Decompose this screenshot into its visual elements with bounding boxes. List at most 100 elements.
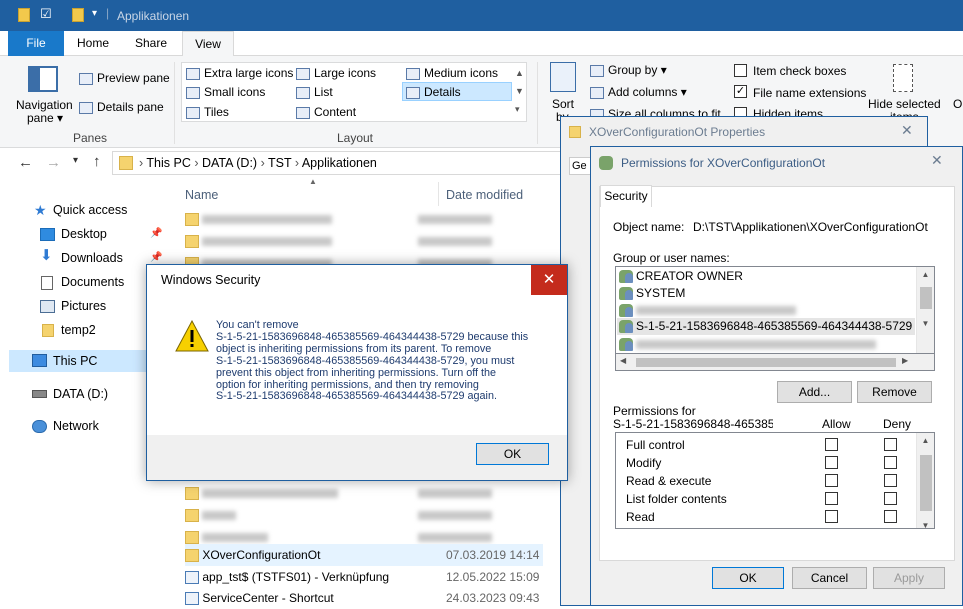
scroll-down-icon[interactable]: ▼ <box>917 521 934 528</box>
nav-temp2[interactable]: temp2 <box>61 323 96 337</box>
address-bar[interactable]: › This PC › DATA (D:) › TST › Applikatio… <box>112 151 612 175</box>
nav-pictures[interactable]: Pictures <box>61 299 106 313</box>
nav-downloads[interactable]: Downloads <box>61 251 123 265</box>
user-icon <box>619 270 633 284</box>
allow-checkbox[interactable] <box>825 492 838 505</box>
close-icon[interactable]: ✕ <box>901 122 913 139</box>
close-icon[interactable]: ✕ <box>931 152 943 169</box>
scroll-up-icon[interactable]: ▲ <box>917 270 934 279</box>
apply-button[interactable]: Apply <box>873 567 945 589</box>
tab-security[interactable]: Security <box>600 185 652 207</box>
tab-home[interactable]: Home <box>70 31 116 56</box>
list-item-selected[interactable]: XOverConfigurationOt 07.03.2019 14:14 <box>185 544 543 566</box>
new-folder-icon[interactable] <box>72 8 84 22</box>
cancel-button[interactable]: Cancel <box>792 567 867 589</box>
add-columns-label: Add columns ▾ <box>608 85 687 99</box>
close-icon[interactable]: ✕ <box>531 265 567 295</box>
ok-button[interactable]: OK <box>712 567 784 589</box>
allow-checkbox[interactable] <box>825 438 838 451</box>
nav-documents[interactable]: Documents <box>61 275 124 289</box>
back-arrow-icon[interactable]: ← <box>18 154 33 171</box>
column-date-header[interactable]: Date modified <box>446 188 523 202</box>
navigation-pane-label-1[interactable]: Navigation <box>16 98 73 112</box>
column-name-header[interactable]: Name <box>185 188 218 202</box>
layout-content[interactable]: Content <box>296 105 356 119</box>
column-divider[interactable] <box>438 182 439 206</box>
properties-check-icon[interactable]: ☑ <box>40 6 52 22</box>
layout-extra-large-icons[interactable]: Extra large icons <box>186 66 293 80</box>
layout-small-icons[interactable]: Small icons <box>186 85 265 99</box>
details-pane-label: Details pane <box>97 100 164 114</box>
forward-arrow-icon[interactable]: → <box>46 154 61 171</box>
tab-view[interactable]: View <box>182 31 234 56</box>
layout-medium-icons[interactable]: Medium icons <box>406 66 498 80</box>
recent-locations-icon[interactable]: ▾ <box>73 155 78 166</box>
nav-quick-access[interactable]: Quick access <box>53 203 127 217</box>
deny-checkbox[interactable] <box>884 492 897 505</box>
up-arrow-icon[interactable]: ↑ <box>93 153 101 170</box>
pin-icon[interactable]: 📌 <box>150 228 162 239</box>
list-item[interactable] <box>185 504 555 526</box>
layout-details-selected[interactable]: Details <box>402 82 512 101</box>
deny-checkbox[interactable] <box>884 456 897 469</box>
user-list-scrollbar[interactable]: ▲ ▼ <box>916 267 934 353</box>
list-item[interactable] <box>185 230 555 252</box>
hscroll-thumb[interactable] <box>636 358 896 367</box>
breadcrumb-data-drive[interactable]: DATA (D:) <box>202 156 257 170</box>
scroll-thumb[interactable] <box>919 287 932 309</box>
permissions-scrollbar[interactable]: ▲ ▼ <box>916 433 934 528</box>
breadcrumb-tst[interactable]: TST <box>268 156 291 170</box>
customize-dropdown-icon[interactable]: ▾ <box>92 8 97 19</box>
allow-checkbox[interactable] <box>825 474 838 487</box>
tab-share[interactable]: Share <box>128 31 174 56</box>
pin-icon[interactable]: 📌 <box>150 252 162 263</box>
breadcrumb-this-pc[interactable]: This PC <box>146 156 190 170</box>
user-list-hscrollbar[interactable]: ◀ ▶ <box>615 354 935 371</box>
file-name-extensions-checkbox[interactable]: ✓ <box>734 85 747 98</box>
user-list[interactable]: CREATOR OWNER SYSTEM S-1-5-21-1583696848… <box>615 266 935 354</box>
list-item[interactable]: app_tst$ (TSTFS01) - Verknüpfung 12.05.2… <box>185 566 555 588</box>
breadcrumb-separator-icon: › <box>294 156 302 170</box>
list-item[interactable] <box>185 482 555 504</box>
navigation-pane-label-2[interactable]: pane ▾ <box>27 111 63 125</box>
layout-large-icons[interactable]: Large icons <box>296 66 376 80</box>
layout-list[interactable]: List <box>296 85 333 99</box>
user-row[interactable] <box>619 303 796 318</box>
item-check-boxes-checkbox[interactable] <box>734 64 747 77</box>
scroll-thumb[interactable] <box>919 455 932 511</box>
dialog-ok-button[interactable]: OK <box>476 443 549 465</box>
deny-checkbox[interactable] <box>884 510 897 523</box>
scroll-left-icon[interactable]: ◀ <box>620 356 626 365</box>
scroll-down-icon[interactable]: ▼ <box>917 319 934 328</box>
breadcrumb-applikationen[interactable]: Applikationen <box>302 156 377 170</box>
gallery-scroll-arrows[interactable]: ▲ ▼ ▾ <box>515 64 524 118</box>
folder-icon <box>185 487 199 501</box>
nav-this-pc[interactable]: This PC <box>53 354 97 368</box>
user-row[interactable]: CREATOR OWNER <box>619 269 743 284</box>
deny-checkbox[interactable] <box>884 474 897 487</box>
layout-tiles[interactable]: Tiles <box>186 105 229 119</box>
options-label[interactable]: O <box>953 97 962 111</box>
tab-file[interactable]: File <box>8 31 64 56</box>
remove-button[interactable]: Remove <box>857 381 932 403</box>
user-row[interactable]: SYSTEM <box>619 286 685 301</box>
hide-selected-label-1[interactable]: Hide selected <box>868 97 941 111</box>
large-icons-label: Large icons <box>314 66 377 80</box>
user-row[interactable] <box>619 337 876 352</box>
allow-checkbox[interactable] <box>825 510 838 523</box>
list-item[interactable] <box>185 208 555 230</box>
allow-checkbox[interactable] <box>825 456 838 469</box>
deny-checkbox[interactable] <box>884 438 897 451</box>
preview-pane-button[interactable]: Preview pane <box>79 71 170 85</box>
nav-desktop[interactable]: Desktop <box>61 227 107 241</box>
details-pane-button[interactable]: Details pane <box>79 100 164 114</box>
group-by-button[interactable]: Group by ▾ <box>590 63 667 77</box>
user-row-selected[interactable]: S-1-5-21-1583696848-465385569-464344438-… <box>617 318 915 335</box>
sort-by-label-1[interactable]: Sort <box>552 97 574 111</box>
scroll-up-icon[interactable]: ▲ <box>917 436 934 445</box>
scroll-right-icon[interactable]: ▶ <box>902 356 908 365</box>
nav-data-drive[interactable]: DATA (D:) <box>53 387 108 401</box>
add-button[interactable]: Add... <box>777 381 852 403</box>
nav-network[interactable]: Network <box>53 419 99 433</box>
add-columns-button[interactable]: Add columns ▾ <box>590 85 687 99</box>
